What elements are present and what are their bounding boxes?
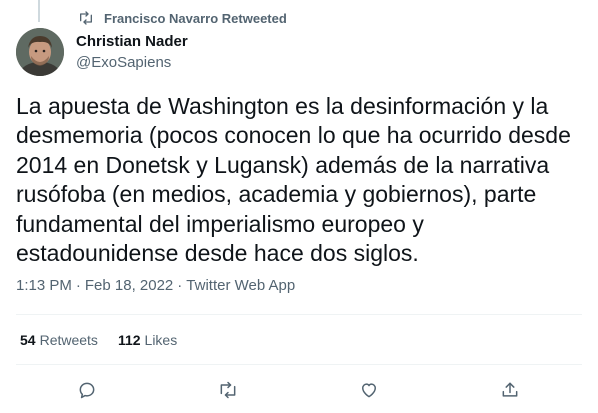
likes-count: 112 <box>117 332 141 348</box>
retweet-context-label: Francisco Navarro Retweeted <box>104 10 287 26</box>
divider <box>16 314 582 315</box>
divider <box>16 364 582 365</box>
like-button[interactable] <box>356 377 382 403</box>
reply-icon <box>79 382 95 399</box>
author-name[interactable]: Christian Nader <box>76 33 188 50</box>
retweets-count: 54 <box>20 332 36 348</box>
author-handle[interactable]: @ExoSapiens <box>76 54 171 71</box>
share-icon <box>502 382 518 397</box>
meta-separator: · <box>177 277 183 294</box>
retweets-stat[interactable]: 54 Retweets <box>20 332 98 348</box>
retweets-label: Retweets <box>39 332 98 348</box>
likes-label: Likes <box>144 332 178 348</box>
reply-button[interactable] <box>74 377 100 403</box>
likes-stat[interactable]: 112 Likes <box>118 332 177 348</box>
share-button[interactable] <box>497 377 523 403</box>
tweet-date[interactable]: Feb 18, 2022 <box>85 277 173 294</box>
tweet-stats: 54 Retweets 112 Likes <box>20 332 197 348</box>
tweet-actions <box>0 377 598 403</box>
avatar-image <box>16 28 64 76</box>
tweet-source[interactable]: Twitter Web App <box>186 277 295 294</box>
heart-icon <box>362 383 376 398</box>
retweet-context[interactable]: Francisco Navarro Retweeted <box>78 9 287 27</box>
tweet-meta: 1:13 PM · Feb 18, 2022 · Twitter Web App <box>16 277 295 294</box>
retweet-button[interactable] <box>215 377 241 403</box>
retweet-icon <box>220 381 236 399</box>
tweet-time[interactable]: 1:13 PM <box>16 277 72 294</box>
avatar[interactable] <box>16 28 64 76</box>
meta-separator: · <box>75 277 81 294</box>
tweet-text: La apuesta de Washington es la desinform… <box>16 93 571 267</box>
thread-line <box>38 0 40 22</box>
retweet-icon <box>80 11 92 25</box>
